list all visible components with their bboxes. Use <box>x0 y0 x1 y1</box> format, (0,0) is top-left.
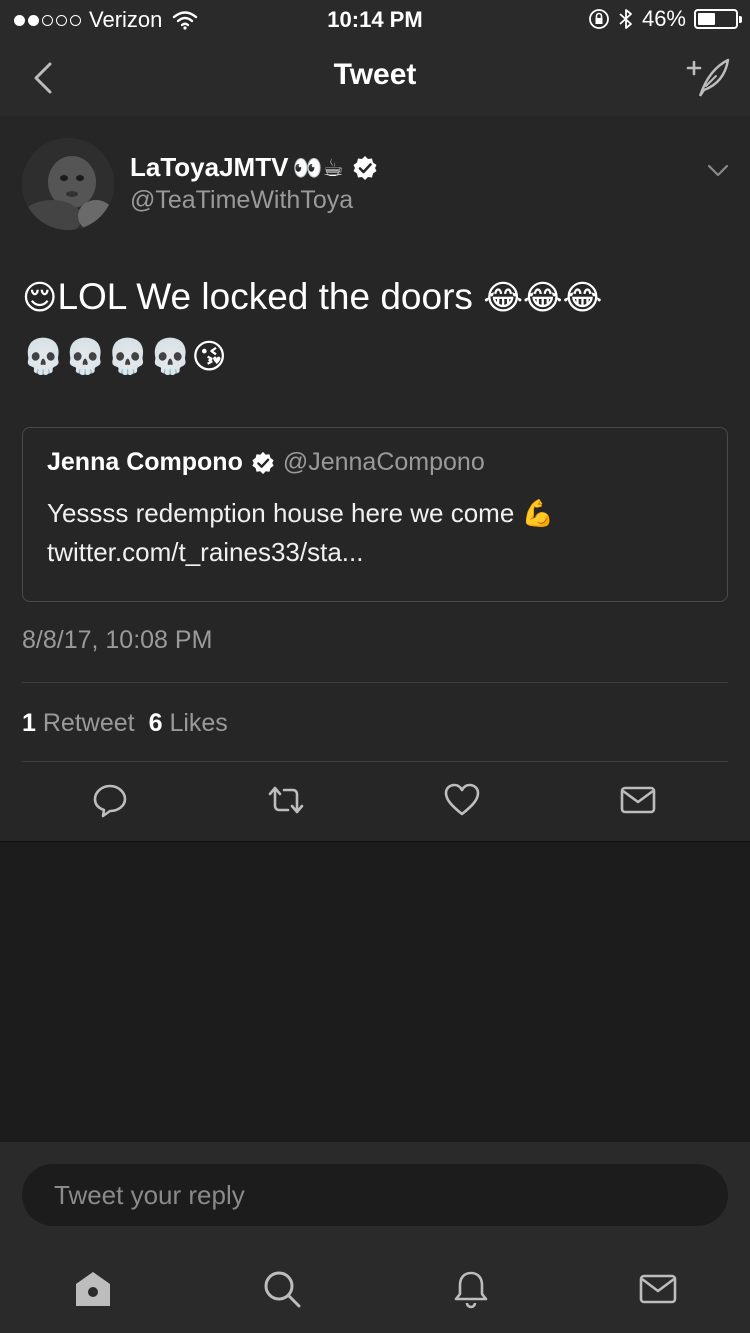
flexed-biceps-emoji: 💪 <box>521 499 554 529</box>
home-icon[interactable] <box>72 1268 114 1310</box>
tweet-detail-card: LaToyaJMTV 👀☕ @TeaTimeWithToya 😌LOL We l… <box>0 116 750 842</box>
engagement-stats: 1 Retweet 6 Likes <box>22 709 228 738</box>
retweet-icon[interactable] <box>266 780 306 820</box>
nav-bar: Tweet <box>0 38 750 116</box>
likes-label: Likes <box>169 709 228 737</box>
tweet-text-content: LOL We locked the doors <box>57 276 473 317</box>
tweet-text-line-1: 😌LOL We locked the doors 😂😂😂 <box>22 268 722 327</box>
quoted-tweet-text: Yessss redemption house here we come 💪 t… <box>47 494 707 571</box>
relieved-face-emoji: 😌 <box>22 278 58 318</box>
search-icon[interactable] <box>261 1268 303 1310</box>
like-icon[interactable] <box>442 780 482 820</box>
reply-bar <box>0 1142 750 1242</box>
avatar-image <box>22 138 114 230</box>
tab-bar <box>0 1242 750 1333</box>
direct-message-icon[interactable] <box>618 780 658 820</box>
status-bar: Verizon 10:14 PM 46% <box>0 0 750 38</box>
reply-icon[interactable] <box>90 780 130 820</box>
divider <box>22 761 728 762</box>
page-title: Tweet <box>333 58 417 91</box>
likes-stat[interactable]: 6 Likes <box>149 709 228 738</box>
quoted-author-handle: @JennaCompono <box>282 448 485 476</box>
like-count: 6 <box>148 709 163 737</box>
quoted-tweet-link[interactable]: twitter.com/t_raines33/sta... <box>47 533 707 571</box>
author-name-emoji: 👀☕ <box>292 153 344 182</box>
battery-icon <box>694 9 742 29</box>
tweet-timestamp: 8/8/17, 10:08 PM <box>22 626 213 654</box>
laughing-emoji: 😂😂😂 <box>483 278 603 318</box>
tweet-text: 😌LOL We locked the doors 😂😂😂 💀💀💀💀😘 <box>22 268 722 386</box>
status-right: 46% <box>588 6 742 32</box>
reply-input[interactable] <box>22 1164 728 1226</box>
battery-level <box>698 13 715 25</box>
quoted-tweet[interactable]: Jenna Compono @JennaCompono Yessss redem… <box>22 427 728 602</box>
author-handle[interactable]: @TeaTimeWithToya <box>130 186 353 215</box>
messages-icon[interactable] <box>637 1268 679 1310</box>
tweet-actions <box>0 776 750 824</box>
skull-emoji: 💀💀💀💀😘 <box>22 337 227 377</box>
bluetooth-icon <box>619 9 632 29</box>
quoted-tweet-header: Jenna Compono @JennaCompono <box>47 448 485 477</box>
avatar[interactable] <box>22 138 114 230</box>
author-name-row[interactable]: LaToyaJMTV 👀☕ <box>130 152 378 183</box>
notifications-icon[interactable] <box>450 1268 492 1310</box>
quoted-author-name: Jenna Compono <box>47 448 243 476</box>
battery-percent: 46% <box>641 6 686 31</box>
compose-tweet-icon[interactable] <box>682 54 732 100</box>
retweet-count: 1 <box>22 709 36 737</box>
retweet-label: Retweet <box>42 709 135 737</box>
quoted-text-content: Yessss redemption house here we come <box>47 498 515 528</box>
verified-badge-icon <box>353 155 377 180</box>
orientation-lock-icon <box>589 9 609 29</box>
tweet-text-line-2: 💀💀💀💀😘 <box>22 327 722 386</box>
retweet-stat[interactable]: 1 Retweet <box>22 709 135 738</box>
chevron-down-icon[interactable] <box>704 156 732 184</box>
author-name: LaToyaJMTV <box>130 152 289 182</box>
verified-badge-icon <box>252 451 274 474</box>
divider <box>22 682 728 683</box>
